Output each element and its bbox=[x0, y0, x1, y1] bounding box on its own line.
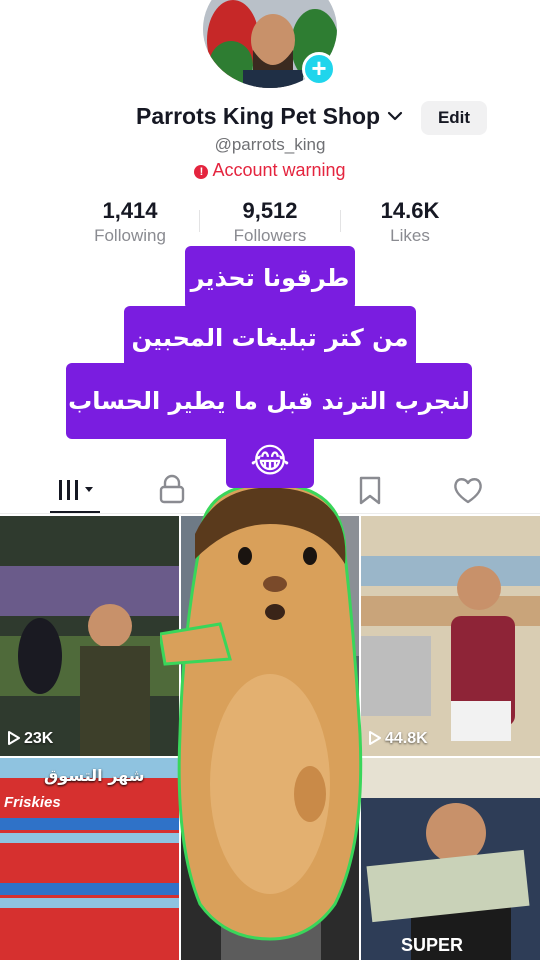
profile-handle: @parrots_king bbox=[214, 135, 326, 154]
stat-label: Followers bbox=[233, 226, 307, 245]
account-warning[interactable]: ! Account warning bbox=[0, 160, 540, 181]
stat-following[interactable]: 1,414 Following bbox=[60, 198, 200, 246]
tab-videos[interactable] bbox=[55, 472, 95, 508]
brand-label: Friskies bbox=[4, 794, 61, 811]
stat-value: 14.6K bbox=[380, 198, 440, 223]
video-thumbnail-image bbox=[0, 516, 179, 756]
account-warning-label: Account warning bbox=[212, 160, 346, 180]
heart-icon bbox=[454, 478, 482, 504]
stat-value: 1,414 bbox=[102, 198, 158, 223]
view-count-value: 44.8K bbox=[385, 730, 428, 747]
profile-stats: 1,414 Following 9,512 Followers 14.6K Li… bbox=[0, 198, 540, 250]
stat-value: 9,512 bbox=[242, 198, 298, 223]
video-thumbnail[interactable]: SUPER bbox=[361, 758, 540, 960]
stat-followers[interactable]: 9,512 Followers bbox=[200, 198, 340, 246]
video-thumbnail[interactable]: 44.8K bbox=[361, 516, 540, 756]
caption-line-2: من كتر تبليغات المحبين bbox=[124, 306, 416, 370]
guinea-pig-sticker bbox=[160, 484, 363, 941]
play-icon bbox=[8, 731, 20, 745]
warning-icon: ! bbox=[194, 165, 209, 179]
stat-label: Following bbox=[94, 226, 166, 245]
stat-likes[interactable]: 14.6K Likes bbox=[340, 198, 480, 246]
caption-emoji: 😂 bbox=[226, 434, 314, 488]
grid-icon bbox=[59, 480, 93, 500]
video-thumbnail-image bbox=[361, 516, 540, 756]
video-thumbnail[interactable]: 23K bbox=[0, 516, 179, 756]
video-thumbnail-image bbox=[361, 758, 540, 960]
brand-label: SUPER bbox=[401, 935, 464, 955]
name-row: Parrots King Pet Shop Edit bbox=[0, 101, 540, 135]
video-thumbnail[interactable]: شهر التسوق Friskies bbox=[0, 758, 179, 960]
view-count-value: 23K bbox=[24, 730, 54, 747]
view-count: 23K bbox=[8, 730, 53, 748]
edit-profile-button[interactable]: Edit bbox=[421, 101, 487, 135]
video-thumbnail-image bbox=[0, 758, 179, 960]
chevron-down-icon[interactable] bbox=[386, 107, 404, 125]
caption-line-1: طرقونا تحذير bbox=[185, 246, 355, 310]
tab-liked[interactable] bbox=[448, 472, 488, 508]
profile-name[interactable]: Parrots King Pet Shop bbox=[136, 103, 380, 130]
active-tab-indicator bbox=[50, 511, 100, 513]
stat-label: Likes bbox=[390, 226, 430, 245]
caption-line-3: لنجرب الترند قبل ما يطير الحساب bbox=[66, 363, 472, 439]
add-avatar-button[interactable]: + bbox=[302, 52, 336, 86]
video-overlay-text: شهر التسوق bbox=[44, 766, 145, 785]
